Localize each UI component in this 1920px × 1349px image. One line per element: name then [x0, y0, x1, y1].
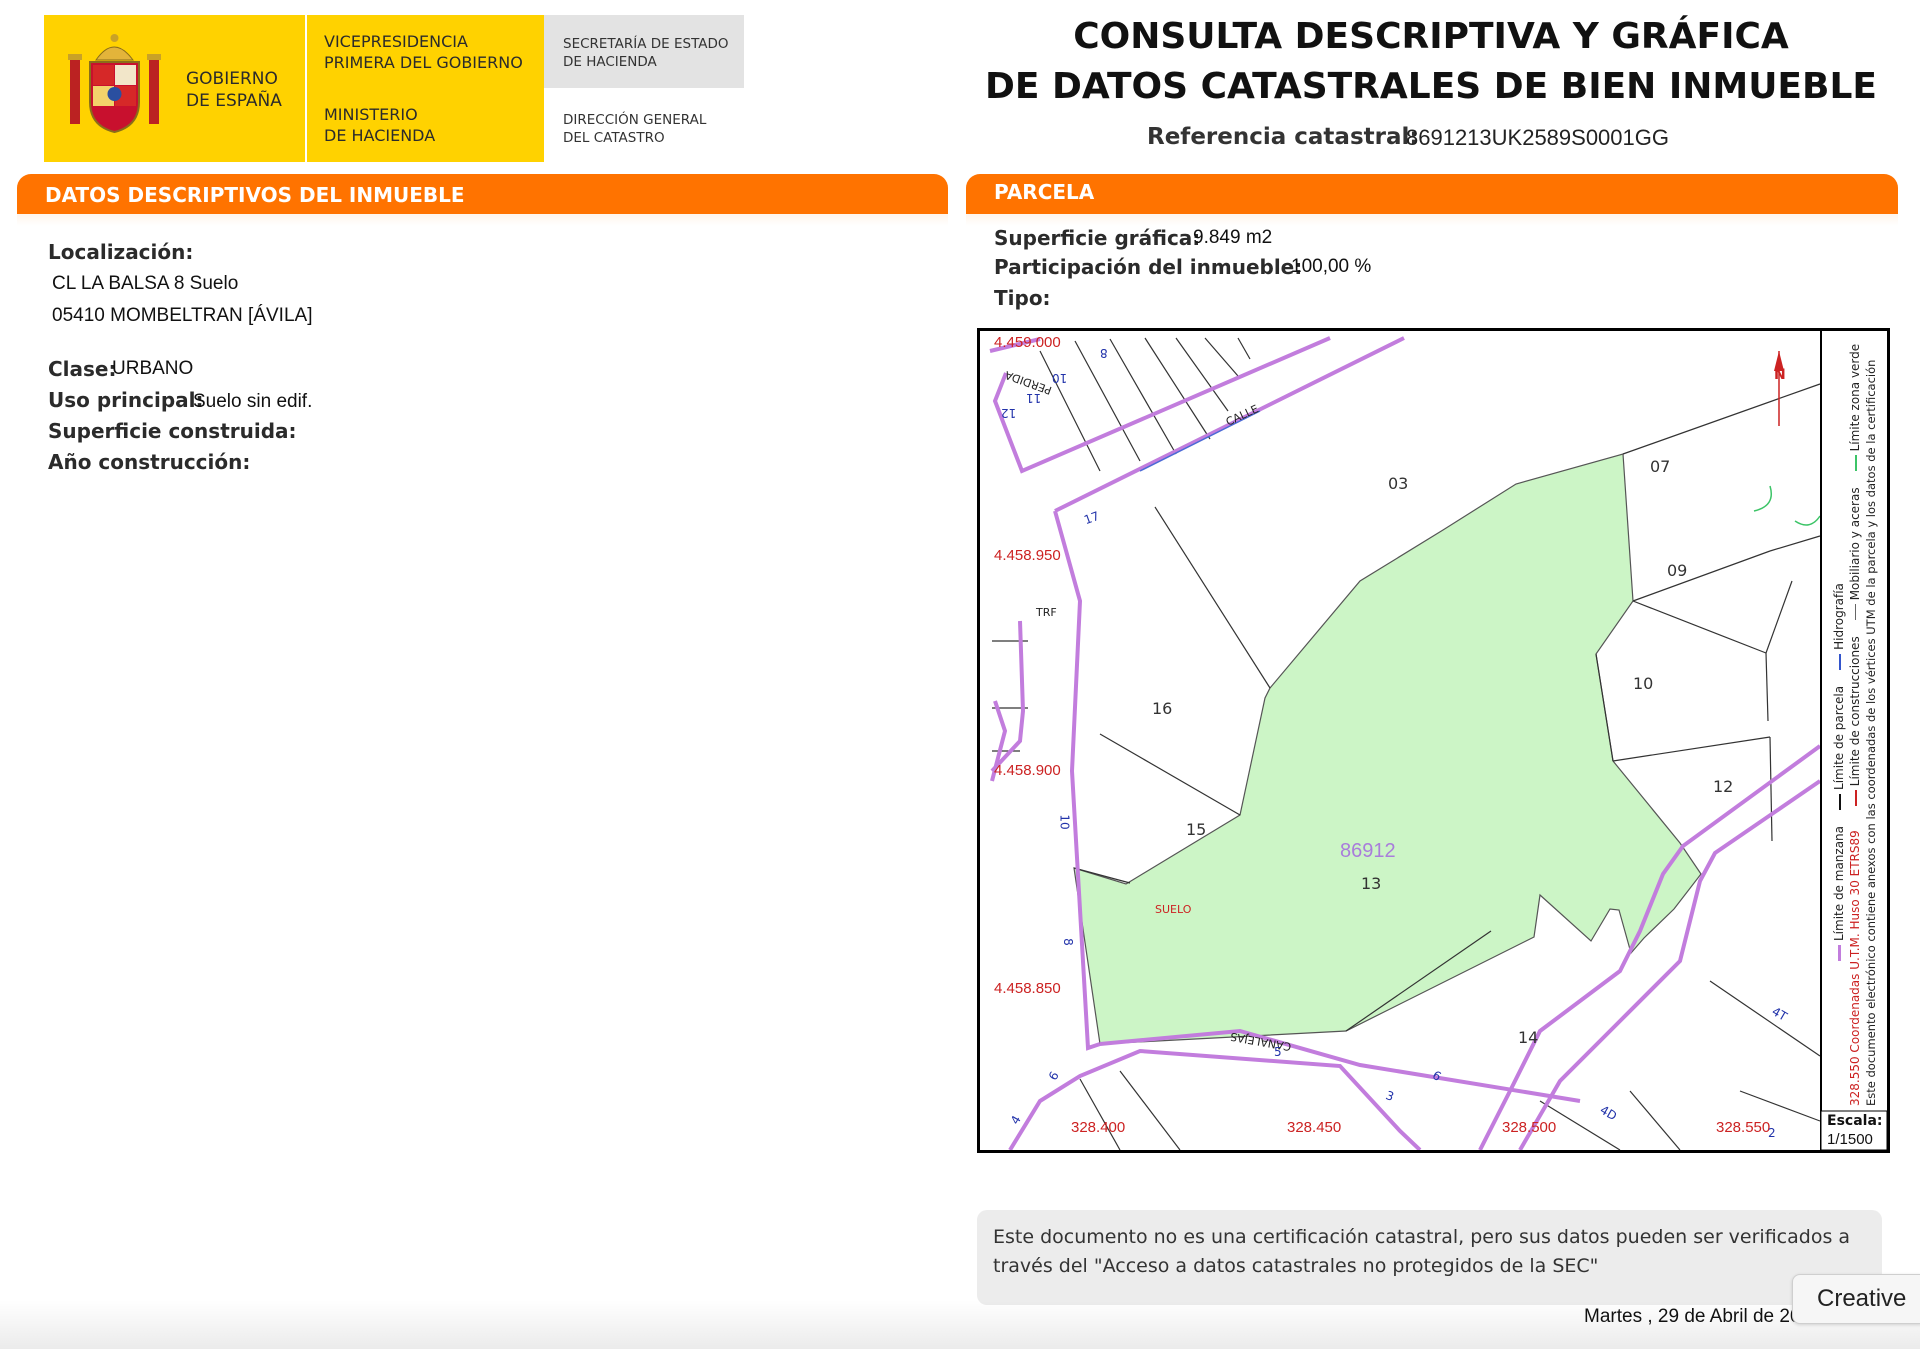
street-label: SUELO	[1155, 903, 1192, 916]
page-title-line1: CONSULTA DESCRIPTIVA Y GRÁFICA	[1073, 16, 1789, 57]
parcel-number: 16	[1152, 699, 1173, 718]
parcel-number: 15	[1186, 820, 1207, 839]
north-arrow-icon	[1774, 351, 1784, 426]
superficie-grafica-value: 9.849 m2	[1193, 227, 1273, 248]
document-date: Martes , 29 de Abril de 2025	[1584, 1306, 1822, 1327]
section-shadow	[17, 214, 948, 226]
legend-item-mobiliario: Mobiliario y aceras	[1847, 487, 1863, 621]
street-number: 12	[1001, 406, 1017, 420]
x-coord-label: 328.450	[1287, 1119, 1342, 1136]
parcel-number: 09	[1667, 561, 1688, 580]
parcel-number: 07	[1650, 457, 1671, 476]
map-legend: Límite de manzana Límite de parcela Hidr…	[1831, 344, 1895, 1106]
participacion-label: Participación del inmueble:	[994, 255, 1303, 279]
descriptive-section-header: DATOS DESCRIPTIVOS DEL INMUEBLE	[17, 174, 948, 222]
vicepresidencia-text: VICEPRESIDENCIA PRIMERA DEL GOBIERNO	[324, 32, 523, 72]
legend-item-manzana: Límite de manzana	[1831, 826, 1847, 961]
tipo-label: Tipo:	[994, 286, 1051, 310]
street-label: TRF	[1036, 606, 1057, 619]
creative-badge-label: Creative	[1817, 1285, 1907, 1312]
legend-note: Este documento electrónico contiene anex…	[1864, 359, 1878, 1106]
y-coord-label: 4.458.950	[994, 547, 1061, 564]
superficie-grafica-label: Superficie gráfica:	[994, 226, 1201, 250]
coord-note: 328.550 Coordenadas U.T.M. Huso 30 ETRS8…	[1848, 830, 1862, 1106]
y-coord-label: 4.458.900	[994, 762, 1061, 779]
descriptive-section-title: DATOS DESCRIPTIVOS DEL INMUEBLE	[45, 183, 465, 207]
creative-badge-button[interactable]: Creative	[1792, 1274, 1920, 1324]
legend-item-parcela: Límite de parcela	[1831, 686, 1847, 810]
parcel-ref-label: 86912	[1340, 840, 1396, 862]
section-shadow	[966, 214, 1898, 226]
legend-item-zona-verde: Límite zona verde	[1847, 344, 1863, 472]
parcel-number: 13	[1361, 874, 1382, 893]
x-coord-label: 328.550	[1716, 1119, 1771, 1136]
y-coord-label: 4.459.000	[994, 334, 1061, 351]
gobierno-text: GOBIERNO DE ESPAÑA	[186, 69, 282, 111]
parcel-number: 03	[1388, 474, 1409, 493]
parcel-number: 10	[1633, 674, 1654, 693]
page-title-line2: DE DATOS CATASTRALES DE BIEN INMUEBLE	[985, 66, 1877, 107]
street-number: 8	[1100, 346, 1108, 360]
uso-value: Suelo sin edif.	[193, 391, 313, 412]
street-number: 8	[1060, 938, 1075, 946]
parcela-section-header: PARCELA	[966, 174, 1898, 222]
street-number: 10	[1057, 814, 1072, 830]
x-coord-label: 328.500	[1502, 1119, 1557, 1136]
coat-of-arms-icon	[68, 34, 161, 134]
superficie-construida-label: Superficie construida:	[48, 419, 297, 443]
parcel-number: 14	[1518, 1028, 1539, 1047]
cadastral-map: 4.459.000 4.458.950 4.458.900 4.458.850 …	[977, 328, 1890, 1153]
secretaria-text: SECRETARÍA DE ESTADO DE HACIENDA	[563, 36, 729, 70]
street-number: 5	[1274, 1045, 1282, 1059]
escala-value: 1/1500	[1827, 1131, 1873, 1148]
parcel-13-area	[1073, 453, 1702, 1045]
address-line1: CL LA BALSA 8 Suelo	[52, 273, 239, 294]
verification-notice: Este documento no es una certificación c…	[977, 1210, 1882, 1305]
legend-item-construcciones: Límite de construcciones	[1847, 636, 1863, 807]
street-number: 2	[1768, 1126, 1776, 1140]
clase-value: URBANO	[112, 358, 194, 379]
parcela-section-title: PARCELA	[994, 180, 1095, 204]
anio-construccion-label: Año construcción:	[48, 450, 251, 474]
uso-label: Uso principal:	[48, 388, 204, 412]
referencia-value: 8691213UK2589S0001GG	[1406, 125, 1669, 150]
north-label: N	[1774, 367, 1786, 383]
map-drawing	[989, 331, 1887, 1150]
x-coord-label: 328.400	[1071, 1119, 1126, 1136]
logo-divider	[305, 15, 307, 162]
referencia-label: Referencia catastral:	[1147, 124, 1419, 150]
escala-label: Escala:	[1827, 1113, 1883, 1129]
legend-item-hidrografia: Hidrografía	[1831, 583, 1847, 670]
notice-text: Este documento no es una certificación c…	[993, 1226, 1851, 1277]
participacion-value: 100,00 %	[1291, 256, 1372, 277]
address-line2: 05410 MOMBELTRAN [ÁVILA]	[52, 305, 313, 326]
street-number: 11	[1026, 391, 1042, 405]
clase-label: Clase:	[48, 357, 117, 381]
direccion-general-text: DIRECCIÓN GENERAL DEL CATASTRO	[563, 112, 707, 146]
ministerio-text: MINISTERIO DE HACIENDA	[324, 105, 436, 145]
y-coord-label: 4.458.850	[994, 980, 1061, 997]
parcel-number: 12	[1713, 777, 1734, 796]
localizacion-label: Localización:	[48, 240, 194, 264]
street-number: 10	[1052, 371, 1068, 385]
